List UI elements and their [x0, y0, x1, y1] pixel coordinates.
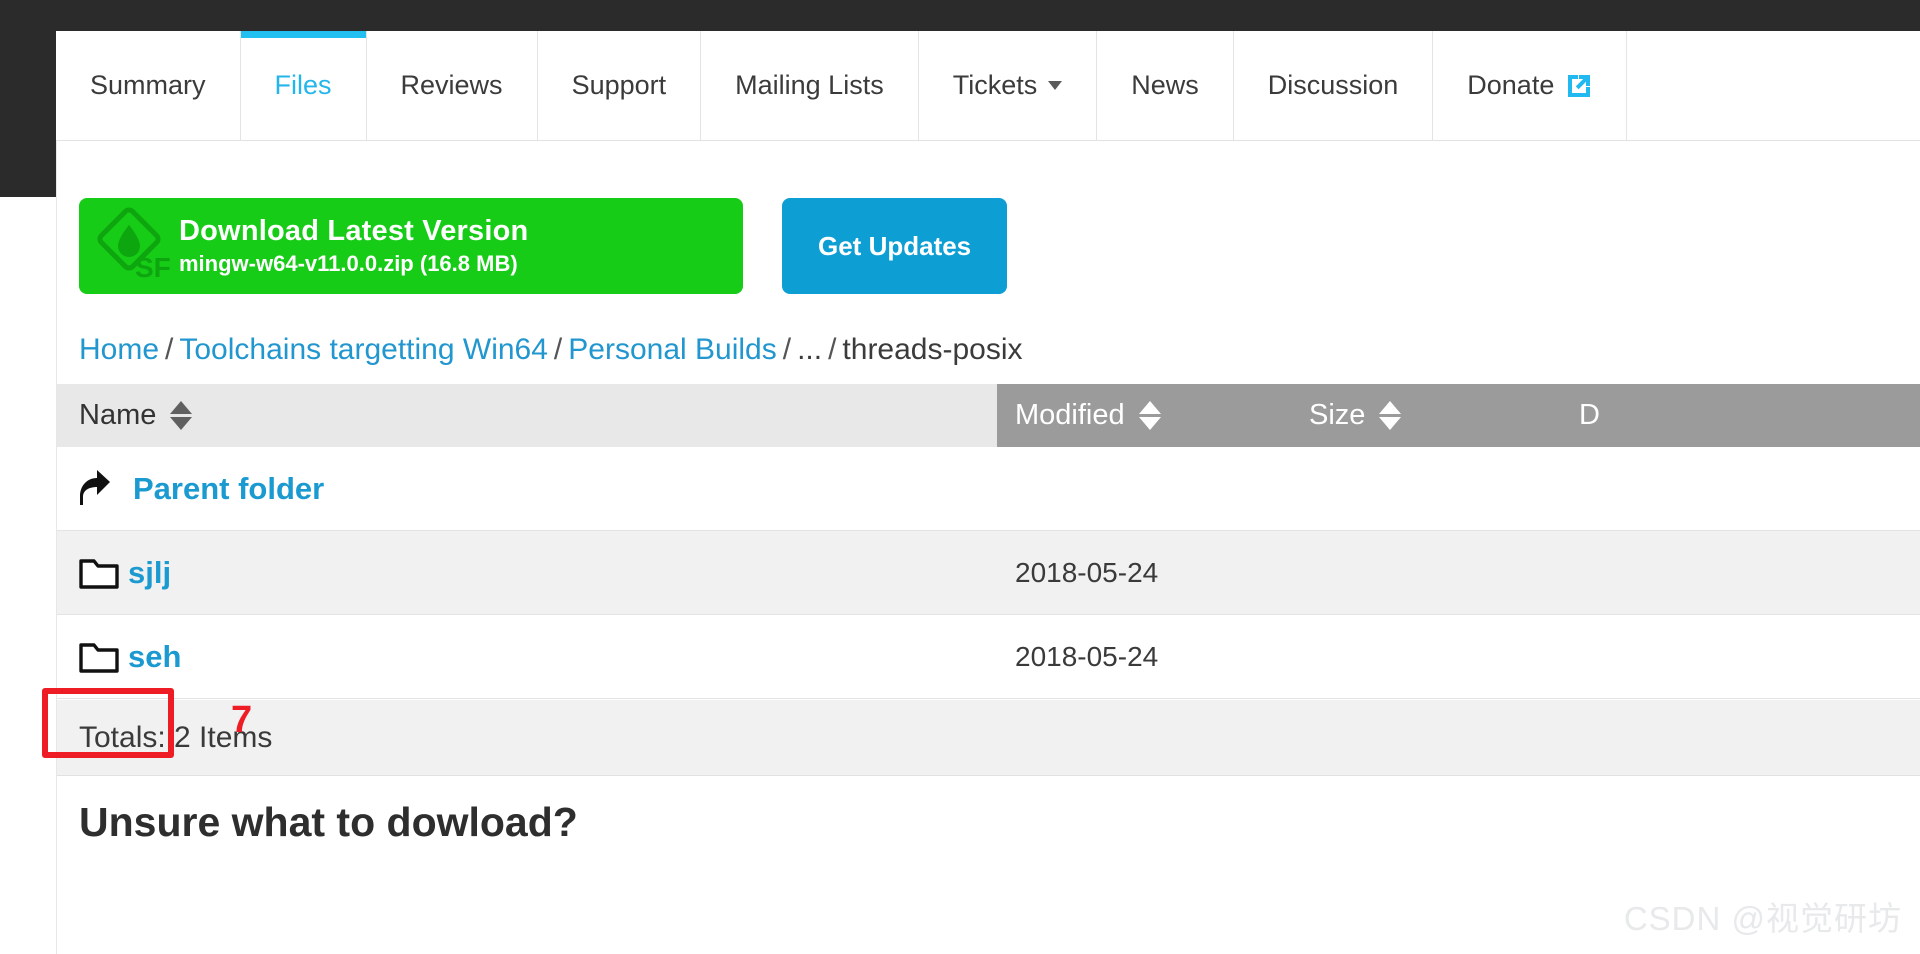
download-button-subtitle: mingw-w64-v11.0.0.zip (16.8 MB) [179, 251, 518, 277]
get-updates-label: Get Updates [818, 230, 972, 261]
external-link-icon [1566, 73, 1592, 99]
sort-arrows-icon[interactable] [1379, 401, 1402, 430]
totals-label: Totals: 2 Items [79, 720, 273, 754]
totals-row: Totals: 2 Items [57, 700, 1920, 776]
breadcrumb-separator: / [165, 333, 174, 366]
folder-link[interactable]: seh [128, 639, 181, 675]
left-dark-column [0, 0, 56, 197]
breadcrumb-item-2[interactable]: Toolchains targetting Win64 [179, 333, 548, 366]
tab-donate[interactable]: Donate [1433, 31, 1628, 140]
table-header-row: Name Modified Size D [57, 384, 1920, 447]
breadcrumb-separator: / [553, 333, 563, 366]
folder-link[interactable]: sjlj [128, 555, 171, 591]
tab-support[interactable]: Support [537, 31, 702, 140]
tab-reviews[interactable]: Reviews [366, 31, 538, 140]
tab-label: Discussion [1267, 70, 1399, 100]
tab-mailing-lists[interactable]: Mailing Lists [701, 31, 919, 140]
parent-folder-row[interactable]: Parent folder [57, 447, 1920, 531]
tab-news[interactable]: News [1097, 31, 1234, 140]
tab-discussion[interactable]: Discussion [1233, 31, 1434, 140]
folder-icon [79, 642, 119, 673]
breadcrumb: Home / Toolchains targetting Win64/Persona… [79, 333, 1023, 367]
column-header-size[interactable]: Size [1287, 384, 1557, 447]
parent-folder-arrow-icon [79, 469, 117, 509]
get-updates-button[interactable]: Get Updates [782, 198, 1008, 294]
tab-label: Reviews [400, 70, 503, 100]
tab-label: News [1131, 70, 1199, 100]
parent-folder-cell: Parent folder [57, 469, 997, 509]
column-header-name-label: Name [79, 399, 157, 431]
column-header-downloads-label: D [1579, 399, 1600, 431]
table-row[interactable]: sjlj 2018-05-24 [57, 531, 1920, 615]
modified-cell: 2018-05-24 [1015, 640, 1159, 672]
breadcrumb-item-3[interactable]: Personal Builds [568, 333, 776, 366]
column-header-name[interactable]: Name [57, 384, 997, 447]
download-button-row: SF Download Latest Version mingw-w64-v11… [79, 198, 1008, 294]
tab-label: Files [274, 70, 332, 100]
file-browser-table: Name Modified Size D Parent folder sjlj … [57, 384, 1920, 699]
unsure-heading: Unsure what to dowload? [79, 799, 578, 845]
column-header-modified-label: Modified [1015, 399, 1125, 431]
tab-label: Donate [1467, 70, 1555, 100]
sourceforge-logo-icon: SF [95, 207, 173, 285]
project-nav-tabs: Summary Files Reviews Support Mailing Lists T… [56, 31, 1920, 141]
breadcrumb-item-1[interactable]: Home [79, 333, 159, 366]
modified-cell: 2018-05-24 [1015, 556, 1159, 588]
column-header-size-label: Size [1309, 399, 1366, 431]
parent-folder-link[interactable]: Parent folder [133, 471, 324, 507]
column-header-modified[interactable]: Modified [997, 384, 1287, 447]
top-dark-bar [0, 0, 1920, 31]
breadcrumb-separator: / [782, 333, 792, 366]
tab-tickets[interactable]: Tickets [918, 31, 1098, 140]
chevron-down-icon[interactable] [1048, 81, 1063, 90]
breadcrumb-item-4: ... [797, 333, 823, 366]
download-button-title: Download Latest Version [179, 215, 529, 248]
breadcrumb-item-5: threads-posix [842, 333, 1023, 366]
files-content-area: SF Download Latest Version mingw-w64-v11… [56, 141, 1920, 954]
tab-summary[interactable]: Summary [56, 31, 241, 140]
breadcrumb-separator: / [828, 333, 837, 366]
sort-arrows-icon[interactable] [1138, 401, 1161, 430]
tab-label: Tickets [952, 70, 1038, 100]
table-row[interactable]: seh 2018-05-24 [57, 615, 1920, 699]
file-name-cell: seh [57, 639, 997, 675]
file-name-cell: sjlj [57, 555, 997, 591]
tab-label: Summary [90, 70, 206, 100]
tab-files[interactable]: Files [240, 31, 367, 140]
svg-text:SF: SF [135, 252, 171, 283]
csdn-watermark: CSDN @视觉研坊 [1623, 900, 1902, 937]
page-root: Summary Files Reviews Support Mailing Lists T… [0, 0, 1920, 954]
tab-label: Mailing Lists [735, 70, 884, 100]
download-latest-version-button[interactable]: SF Download Latest Version mingw-w64-v11… [79, 198, 743, 294]
folder-icon [79, 558, 119, 589]
sort-arrows-icon[interactable] [170, 401, 193, 430]
tab-label: Support [571, 70, 667, 100]
column-header-downloads[interactable]: D [1557, 384, 1920, 447]
